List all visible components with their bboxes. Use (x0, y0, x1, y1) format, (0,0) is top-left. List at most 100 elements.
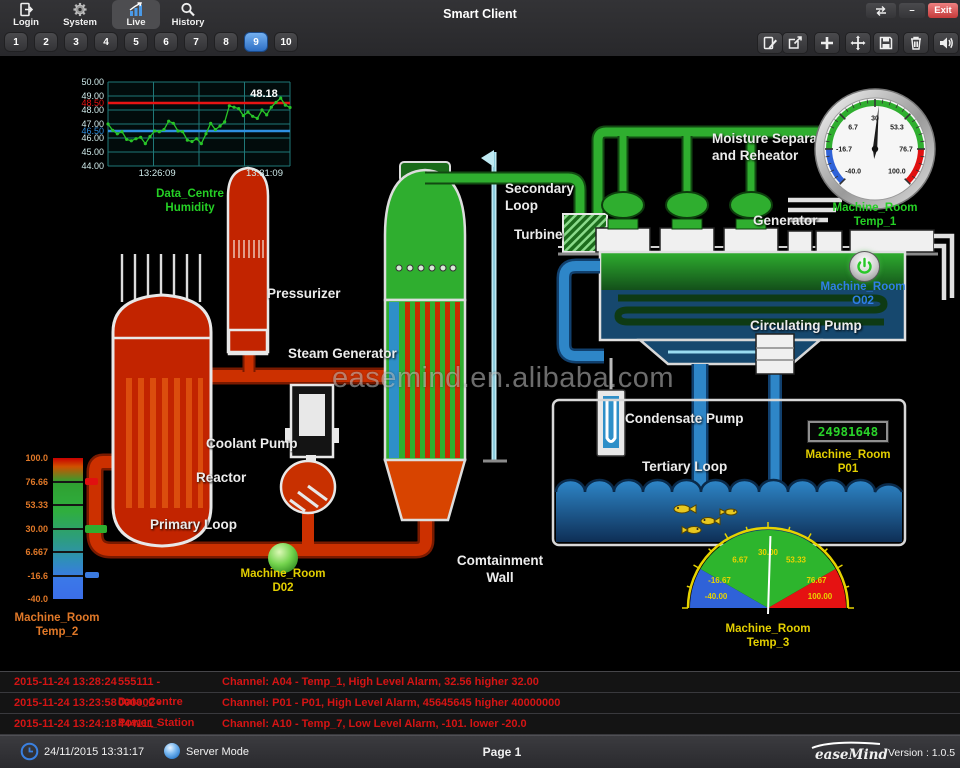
alarm-msg: Channel: A04 - Temp_1, High Level Alarm,… (222, 672, 960, 692)
status-version: Version : 1.0.5 (888, 747, 955, 759)
temp3-label-line1: Machine_Room (711, 622, 825, 636)
tick-label: 6.7 (848, 125, 858, 132)
switch-user-button[interactable] (866, 3, 896, 18)
nav-live[interactable]: Live (112, 0, 160, 29)
alarm-list: 2015-11-24 13:28:24555111 - Data_CentreC… (0, 671, 960, 735)
watermark: easemind.en.alibaba.com (288, 362, 718, 395)
export-icon (787, 35, 803, 51)
add-icon (819, 35, 835, 51)
label-generator: Generator (753, 212, 818, 229)
minimize-button[interactable]: – (899, 3, 925, 18)
nav-history[interactable]: History (164, 0, 212, 29)
trend-title-line1: Data_Centre (70, 187, 310, 201)
generator-unit (788, 230, 934, 252)
smart-client-window: Login System Live (0, 0, 960, 768)
tab-9[interactable]: 9 (244, 32, 268, 52)
switch-user-icon (874, 5, 888, 17)
label-containment-wall: Comtainment Wall (440, 552, 560, 586)
page-tab-strip: 123456789 10 (4, 32, 298, 52)
bar-marker (85, 525, 107, 533)
alarm-row[interactable]: 2015-11-24 13:28:24555111 - Data_CentreC… (0, 672, 960, 693)
nav-system[interactable]: System (56, 0, 104, 29)
tab-1[interactable]: 1 (4, 32, 28, 52)
label-turbine: Turbine (514, 226, 563, 243)
tab-8[interactable]: 8 (214, 32, 238, 52)
tab-10[interactable]: 10 (274, 32, 298, 52)
label-pressurizer: Pressurizer (267, 285, 341, 302)
temp3-label-line2: Temp_3 (711, 636, 825, 650)
power-label-line1: Machine_Room (806, 280, 920, 294)
status-server-mode: Server Mode (186, 746, 249, 758)
bar-tick-label: 6.667 (2, 547, 48, 557)
audio-button[interactable] (933, 32, 959, 54)
alarm-row[interactable]: 2015-11-24 13:24:18444111 - Machine_Room… (0, 714, 960, 735)
tab-5[interactable]: 5 (124, 32, 148, 52)
move-icon (850, 35, 866, 51)
move-button[interactable] (845, 32, 871, 54)
tick-label: -40.0 (845, 168, 861, 175)
label-circulating-pump: Circulating Pump (750, 317, 862, 334)
tick-label: 44.00 (81, 161, 104, 171)
status-page: Page 1 (466, 745, 538, 759)
speaker-icon (938, 35, 954, 51)
bar-tick-label: -16.6 (2, 571, 48, 581)
trend-title-line2: Humidity (70, 201, 310, 215)
label-condensate-pump: Condensate Pump (625, 410, 744, 427)
temp3-gauge: -40.00-16.676.6730.0053.3376.67100.00 (680, 522, 856, 618)
label-secondary-line1: Secondary (505, 180, 574, 197)
add-button[interactable] (814, 32, 840, 54)
power-label-line2: O02 (806, 294, 920, 308)
exit-button[interactable]: Exit (928, 3, 958, 18)
tab-6[interactable]: 6 (154, 32, 178, 52)
label-containment-line1: Comtainment (440, 552, 560, 569)
exit-label: Exit (934, 5, 951, 16)
magnifier-icon (180, 2, 196, 17)
gear-icon (72, 2, 88, 17)
tab-7[interactable]: 7 (184, 32, 208, 52)
tick-label: 53.33 (786, 556, 807, 565)
alarm-msg: Channel: A10 - Temp_7, Low Level Alarm, … (222, 714, 960, 734)
digital-display-p01: 24981648 (808, 421, 888, 442)
edit-button[interactable] (757, 32, 783, 54)
tab-2[interactable]: 2 (34, 32, 58, 52)
power-icon (855, 257, 874, 276)
label-tertiary-loop: Tertiary Loop (642, 458, 727, 475)
bar-tick-line (53, 551, 83, 553)
temp1-gauge-label: Machine_Room Temp_1 (818, 201, 932, 229)
delete-button[interactable] (903, 32, 929, 54)
export-button[interactable] (782, 32, 808, 54)
temp2-label-line1: Machine_Room (0, 611, 114, 625)
containment-wall (481, 150, 507, 461)
power-button-o02[interactable] (849, 251, 880, 282)
alarm-time: 2015-11-24 13:24:18 (0, 714, 118, 734)
tick-label: -16.7 (836, 147, 852, 154)
nav-login[interactable]: Login (2, 0, 50, 29)
tick-label: 53.3 (890, 125, 904, 132)
tick-label: 45.00 (81, 147, 104, 157)
alarm-row[interactable]: 2015-11-24 13:23:58000002 - Power_Statio… (0, 693, 960, 714)
power-button-label: Machine_Room O02 (806, 280, 920, 308)
trash-icon (908, 35, 924, 51)
tick-label: 13:26:09 (139, 168, 176, 179)
trend-widget[interactable]: 50.0049.0048.0047.0046.0045.0044.0048.50… (70, 76, 310, 215)
save-icon (878, 35, 894, 51)
tick-label: 100.0 (888, 168, 906, 175)
nav-history-label: History (172, 17, 205, 28)
label-secondary-line2: Loop (505, 197, 574, 214)
tick-label: 13:31:09 (246, 168, 283, 179)
tick-label: -40.00 (705, 592, 728, 601)
bar-marker (85, 478, 98, 485)
save-button[interactable] (873, 32, 899, 54)
bar-tick-label: 53.33 (2, 500, 48, 510)
tick-label: 46.50 (81, 126, 104, 136)
label-containment-line2: Wall (440, 569, 560, 586)
tab-3[interactable]: 3 (64, 32, 88, 52)
tick-label: 76.67 (806, 576, 827, 585)
login-icon (18, 2, 34, 17)
nav-system-label: System (63, 17, 97, 28)
alarm-time: 2015-11-24 13:28:24 (0, 672, 118, 692)
tab-4[interactable]: 4 (94, 32, 118, 52)
trend-title: Data_Centre Humidity (70, 187, 310, 215)
status-bar: 24/11/2015 13:31:17 Server Mode Page 1 e… (0, 735, 960, 768)
alarm-src: 555111 - Data_Centre (118, 672, 222, 692)
